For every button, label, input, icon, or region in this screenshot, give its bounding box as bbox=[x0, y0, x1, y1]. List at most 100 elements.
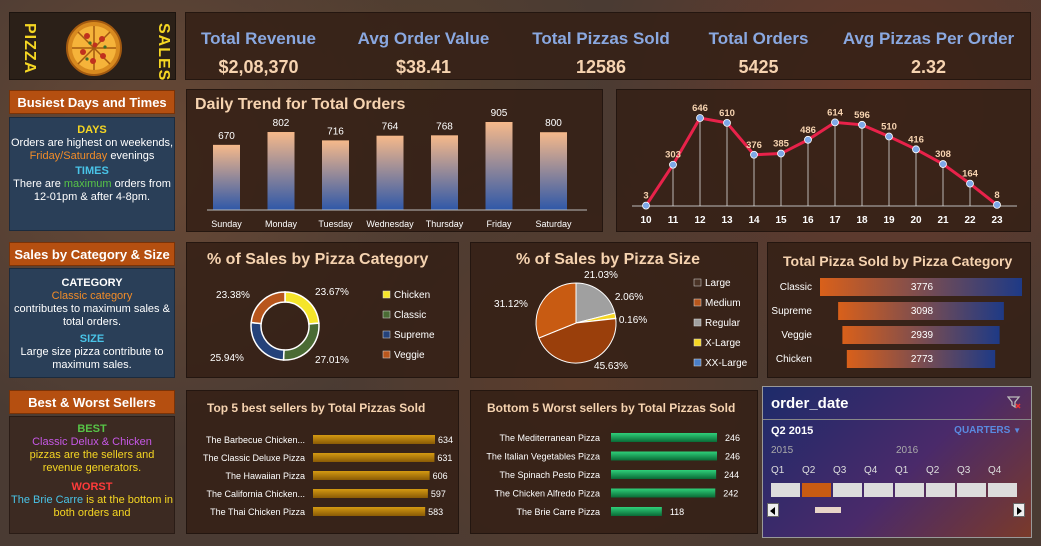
hourly-x-label: 17 bbox=[829, 215, 841, 226]
top5-bar bbox=[313, 489, 428, 498]
hourly-point bbox=[696, 114, 704, 122]
top5-category-label: The Classic Deluxe Pizza bbox=[203, 453, 305, 463]
days-text-2: evenings bbox=[107, 150, 155, 162]
year-2016: 2016 bbox=[896, 445, 919, 456]
scroll-left-button[interactable] bbox=[767, 503, 779, 517]
bottom5-bar bbox=[611, 451, 717, 461]
hourly-point bbox=[858, 120, 866, 129]
hourly-x-label: 12 bbox=[694, 215, 706, 226]
hourly-point bbox=[750, 150, 758, 159]
category-legend-swatch bbox=[382, 350, 391, 359]
daily-category-label: Monday bbox=[265, 219, 298, 229]
scroll-right-button[interactable] bbox=[1013, 503, 1025, 517]
daily-bar bbox=[322, 140, 349, 210]
quarter-label: Q4 bbox=[988, 465, 1002, 476]
category-text: contributes to maximum sales & total ord… bbox=[14, 303, 170, 328]
hourly-point bbox=[885, 132, 893, 141]
pizza-icon bbox=[65, 19, 123, 82]
hourly-value-label: 164 bbox=[962, 169, 979, 180]
hourly-point bbox=[993, 201, 1001, 209]
daily-category-label: Tuesday bbox=[318, 219, 353, 229]
hourly-value-label: 510 bbox=[881, 122, 897, 133]
size-legend-label: X-Large bbox=[705, 338, 741, 349]
category-legend-label: Veggie bbox=[394, 350, 425, 361]
year-2015: 2015 bbox=[771, 445, 794, 456]
kpi-value: 2.32 bbox=[910, 57, 947, 77]
size-slice-label: 2.06% bbox=[615, 292, 643, 303]
quarter-cell[interactable] bbox=[864, 483, 893, 497]
hourly-value-label: 596 bbox=[854, 110, 870, 121]
catbar-category-label: Veggie bbox=[781, 330, 812, 341]
daily-value-label: 764 bbox=[382, 122, 399, 133]
slicer-level-dropdown[interactable]: QUARTERS ▼ bbox=[954, 425, 1021, 436]
category-legend-label: Supreme bbox=[394, 330, 435, 341]
bottom5-chart: The Mediterranean Pizza 246 The Italian Ve… bbox=[486, 433, 740, 517]
days-label: DAYS bbox=[77, 124, 107, 136]
worst-highlight: The Brie Carre bbox=[10, 494, 84, 506]
bottom5-panel: Bottom 5 Worst sellers by Total Pizzas S… bbox=[470, 390, 758, 534]
kpi-avg-order-value: Avg Order Value $38.41 bbox=[341, 29, 506, 78]
times-highlight: maximum bbox=[63, 178, 112, 190]
scrollbar-thumb[interactable] bbox=[815, 507, 841, 513]
quarter-cell[interactable] bbox=[988, 483, 1017, 497]
daily-bar bbox=[213, 144, 240, 210]
bottom5-category-label: The Italian Vegetables Pizza bbox=[486, 452, 600, 462]
daily-category-label: Sunday bbox=[211, 219, 242, 229]
hourly-value-label: 385 bbox=[773, 139, 790, 150]
category-slice bbox=[284, 291, 320, 325]
size-legend-label: Medium bbox=[705, 298, 741, 309]
kpi-value: 5425 bbox=[738, 57, 779, 77]
busiest-header: Busiest Days and Times bbox=[9, 90, 175, 114]
clear-filter-icon[interactable] bbox=[1006, 395, 1021, 414]
slicer-title: order_date bbox=[771, 395, 849, 412]
size-slice-label: 45.63% bbox=[594, 361, 628, 372]
kpi-value: $2,08,370 bbox=[218, 57, 299, 77]
quarter-label: Q3 bbox=[833, 465, 847, 476]
size-legend-swatch bbox=[693, 318, 702, 327]
daily-bar bbox=[376, 135, 404, 210]
quarter-cell[interactable] bbox=[802, 483, 831, 497]
daily-bar bbox=[431, 135, 458, 210]
top5-value-label: 583 bbox=[428, 507, 443, 517]
category-pie-chart: 23.67% 27.01% 25.94% 23.38% Chicken Classic Su… bbox=[210, 287, 435, 366]
quarter-label: Q3 bbox=[957, 465, 971, 476]
quarter-cell[interactable] bbox=[771, 483, 800, 497]
hourly-value-label: 8 bbox=[994, 190, 999, 201]
quarter-cell[interactable] bbox=[895, 483, 924, 497]
quarter-cell[interactable] bbox=[957, 483, 986, 497]
sellers-header: Best & Worst Sellers bbox=[9, 390, 175, 414]
hourly-x-label: 13 bbox=[721, 215, 733, 226]
bottom5-value-label: 118 bbox=[670, 507, 684, 517]
bottom5-category-label: The Spinach Pesto Pizza bbox=[499, 470, 600, 480]
kpi-title: Total Pizzas Sold bbox=[532, 29, 670, 48]
hourly-value-label: 3 bbox=[643, 191, 648, 202]
hourly-x-label: 18 bbox=[856, 215, 868, 226]
worst-label: WORST bbox=[71, 481, 113, 493]
date-slicer[interactable]: order_date Q2 2015 QUARTERS ▼ 2015 2016 … bbox=[762, 386, 1032, 538]
hourly-x-label: 22 bbox=[964, 215, 976, 226]
top5-value-label: 634 bbox=[438, 435, 453, 445]
hourly-value-label: 614 bbox=[827, 107, 844, 118]
quarter-label: Q2 bbox=[926, 465, 940, 476]
hourly-point bbox=[912, 145, 920, 154]
bottom5-value-label: 246 bbox=[725, 452, 740, 462]
daily-value-label: 670 bbox=[218, 131, 235, 142]
size-legend-swatch bbox=[693, 338, 702, 347]
worst-text: The Brie Carre is at the bottom in both … bbox=[10, 494, 174, 520]
days-highlight: Friday/Saturday bbox=[29, 150, 108, 162]
times-text-1: There are bbox=[13, 178, 64, 190]
kpi-value: 12586 bbox=[575, 57, 627, 77]
best-highlight: Classic Delux & Chicken bbox=[32, 436, 152, 448]
catbar-category-label: Supreme bbox=[771, 306, 812, 317]
category-header: Sales by Category & Size bbox=[9, 242, 175, 266]
bottom5-bar bbox=[611, 433, 717, 442]
quarter-cell[interactable] bbox=[833, 483, 862, 497]
category-slice-label: 27.01% bbox=[315, 355, 349, 366]
category-legend-label: Classic bbox=[394, 310, 426, 321]
quarter-cell[interactable] bbox=[926, 483, 955, 497]
size-legend-label: Large bbox=[705, 278, 731, 289]
hourly-point bbox=[966, 179, 974, 188]
quarter-label: Q1 bbox=[771, 465, 785, 476]
category-pie-panel: % of Sales by Pizza Category 23.67% 27.01… bbox=[186, 242, 459, 378]
daily-value-label: 716 bbox=[327, 126, 344, 137]
